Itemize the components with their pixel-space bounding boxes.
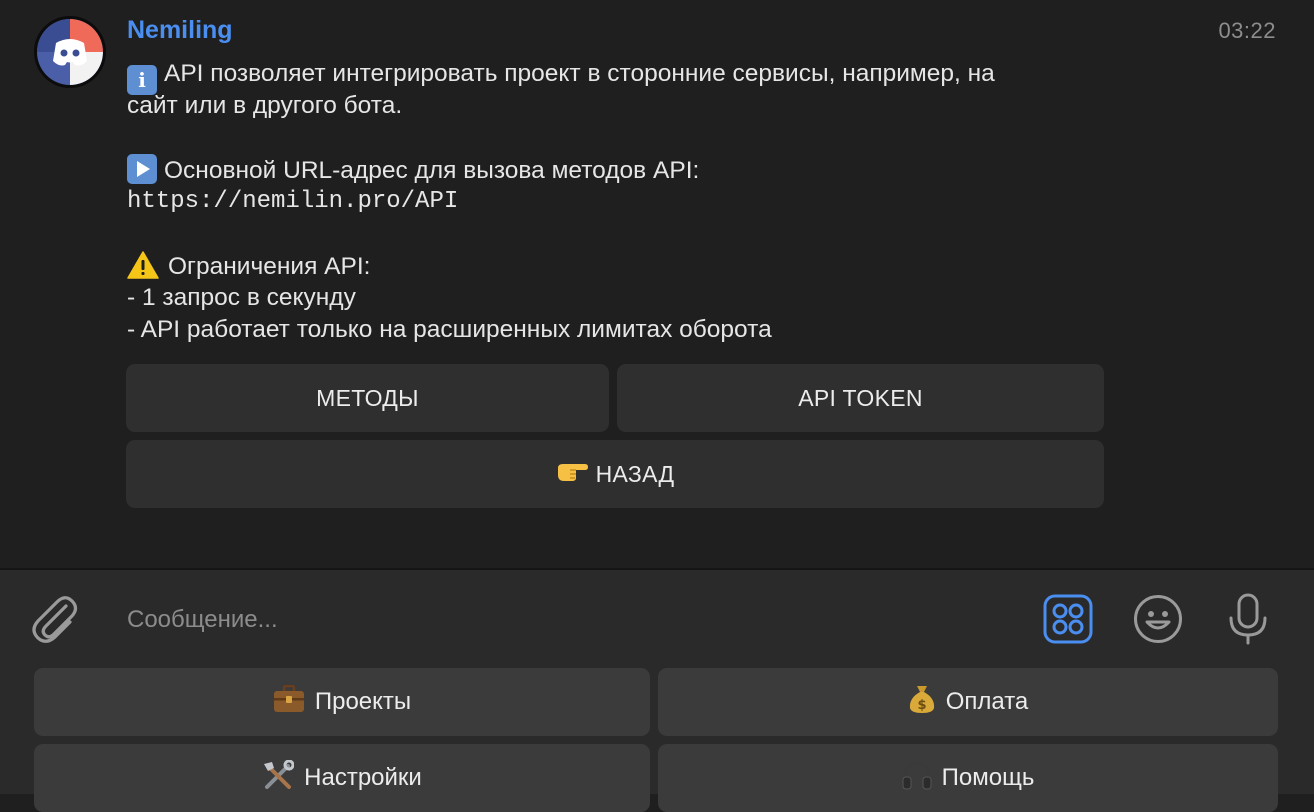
limits-heading-line: Ограничения API: (127, 250, 1127, 282)
api-token-label: API TOKEN (798, 384, 923, 411)
message-body: i API позволяет интегрировать проект в ст… (127, 58, 1127, 346)
back-button[interactable]: НАЗАД (126, 440, 1104, 508)
keyboard-grid-icon (1043, 594, 1093, 644)
tools-icon (262, 759, 295, 797)
url-heading: Основной URL-адрес для вызова методов AP… (164, 157, 700, 184)
discord-style-logo-icon (37, 19, 103, 85)
limits-heading: Ограничения API: (168, 253, 371, 280)
money-bag-icon: $ (908, 684, 936, 721)
microphone-icon (1229, 593, 1267, 645)
bot-keyboard-toggle-button[interactable] (1043, 594, 1093, 649)
payment-label: Оплата (945, 688, 1029, 715)
emoji-button[interactable] (1133, 594, 1183, 649)
projects-button[interactable]: Проекты (34, 668, 650, 736)
microphone-button[interactable] (1228, 592, 1268, 651)
help-label: Помощь (941, 764, 1035, 791)
methods-label: МЕТОДЫ (316, 384, 419, 411)
settings-button[interactable]: Настройки (34, 744, 650, 812)
settings-label: Настройки (304, 764, 422, 791)
projects-label: Проекты (314, 688, 412, 715)
methods-button[interactable]: МЕТОДЫ (126, 364, 609, 432)
message-input[interactable] (127, 604, 1007, 636)
paperclip-icon (32, 596, 78, 643)
headphones-icon (902, 760, 932, 797)
limit-item-1: - 1 запрос в секунду (127, 284, 356, 311)
briefcase-icon (273, 684, 305, 720)
url-heading-line: Основной URL-адрес для вызова методов AP… (127, 154, 1127, 186)
help-button[interactable]: Помощь (658, 744, 1278, 812)
intro-text-1: API позволяет интегрировать проект в сто… (164, 60, 995, 87)
bot-avatar[interactable] (34, 16, 106, 88)
back-label: НАЗАД (595, 460, 675, 487)
api-token-button[interactable]: API TOKEN (617, 364, 1104, 432)
reply-keyboard: Проекты $ Оплата Настройки Помощь (0, 668, 1314, 812)
intro-line: i API позволяет интегрировать проект в ст… (127, 58, 1127, 95)
attach-button[interactable] (30, 592, 78, 651)
message-time: 03:22 (1218, 18, 1276, 43)
pointing-hand-icon (556, 460, 588, 488)
api-url[interactable]: https://nemilin.pro/API (127, 186, 1127, 218)
limit-item-2: - API работает только на расширенных лим… (127, 316, 772, 343)
payment-button[interactable]: $ Оплата (658, 668, 1278, 736)
chat-message-area: Nemiling 03:22 i API позволяет интегриров… (0, 0, 1314, 568)
intro-text-2: сайт или в другого бота. (127, 92, 403, 119)
svg-text:$: $ (917, 698, 926, 713)
sender-name[interactable]: Nemiling (127, 16, 233, 45)
info-icon: i (127, 65, 157, 95)
warning-icon (127, 250, 161, 280)
smiley-icon (1134, 595, 1182, 643)
play-icon (127, 154, 157, 184)
